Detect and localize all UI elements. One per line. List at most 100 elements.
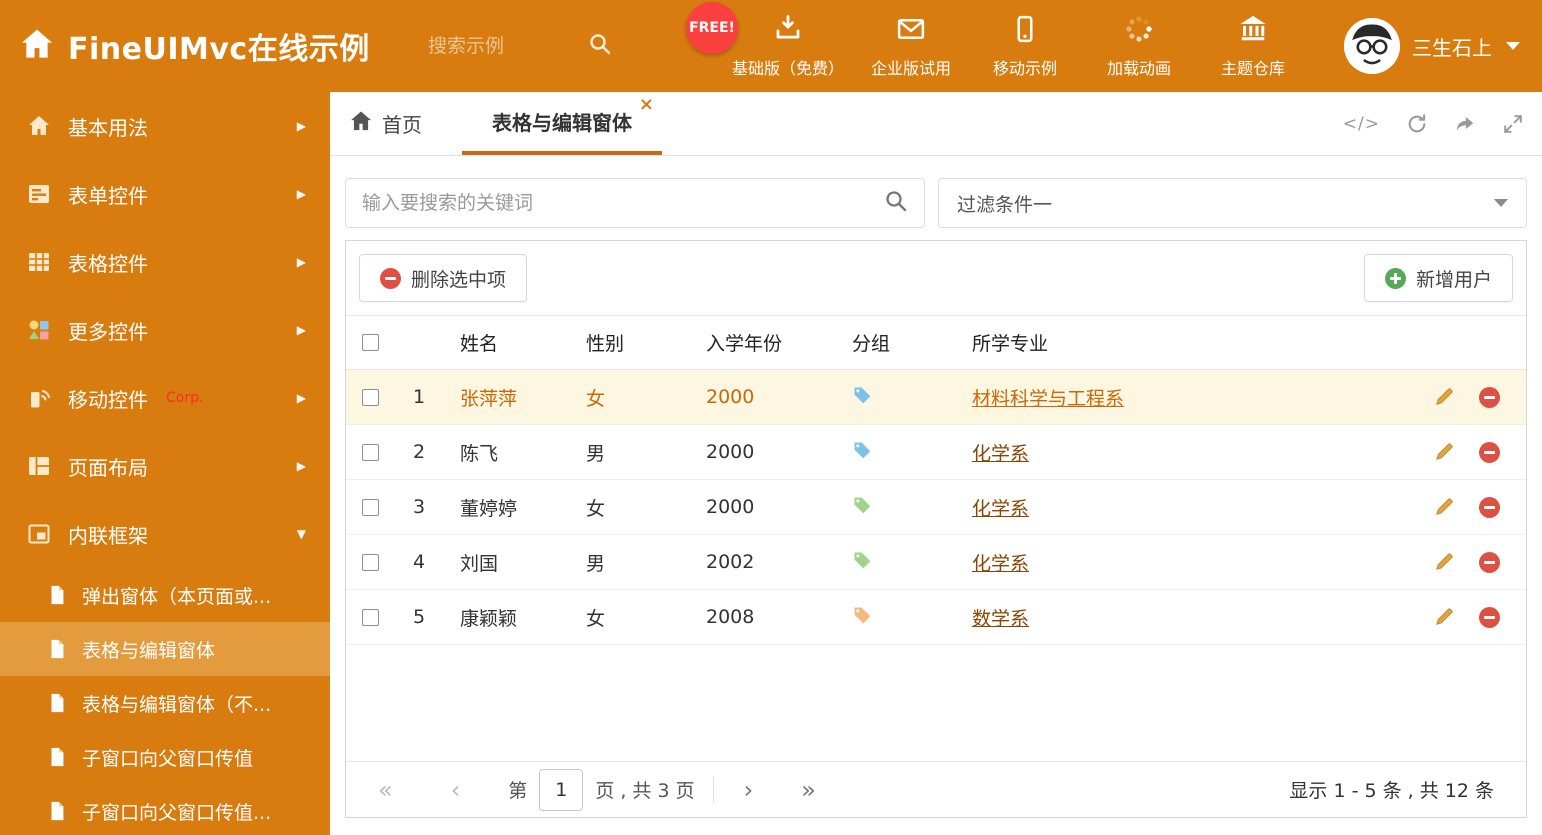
mobile-icon [1010,14,1040,48]
page-number-input[interactable] [539,768,584,811]
sidebar-item-iframe[interactable]: 内联框架 ▼ [0,500,330,568]
delete-icon[interactable] [1479,386,1500,408]
row-checkbox[interactable] [362,553,379,571]
prev-page-button[interactable]: ‹ [451,776,461,804]
search-input[interactable] [362,192,884,214]
add-user-button[interactable]: 新增用户 [1363,254,1513,302]
delete-icon[interactable] [1479,606,1500,628]
app-title: FineUIMvc在线示例 [68,32,370,67]
student-name: 刘国 [460,552,499,575]
sidebar-item-more-controls[interactable]: 更多控件 ▶ [0,296,330,364]
row-checkbox[interactable] [362,498,379,516]
table-row[interactable]: 4 刘国 男 2002 化学系 [346,535,1526,590]
col-header-year[interactable]: 入学年份 [688,329,834,356]
major-link[interactable]: 化学系 [972,553,1029,575]
tag-icon [852,385,872,410]
bank-icon [1238,14,1268,48]
expand-icon[interactable] [1502,113,1524,135]
sidebar-item-page-layout[interactable]: 页面布局 ▶ [0,432,330,500]
nav-item-mobile-demo[interactable]: 移动示例 [968,0,1082,92]
file-icon [46,746,68,768]
header-search[interactable] [428,0,612,92]
first-page-button[interactable]: « [378,776,393,804]
row-checkbox[interactable] [362,388,379,406]
search-icon[interactable] [884,189,908,217]
table-row[interactable]: 3 董婷婷 女 2000 化学系 [346,480,1526,535]
envelope-icon [896,14,926,48]
last-page-button[interactable]: » [801,776,816,804]
share-icon[interactable] [1454,113,1476,135]
chevron-right-icon: ▶ [296,255,306,269]
sidebar-item-basic-usage[interactable]: 基本用法 ▶ [0,92,330,160]
col-header-name[interactable]: 姓名 [442,329,568,356]
col-header-group[interactable]: 分组 [834,329,954,356]
tag-icon [852,550,872,575]
user-menu[interactable]: 三生石上 [1344,0,1520,92]
edit-icon[interactable] [1433,551,1455,573]
search-icon[interactable] [588,32,612,60]
delete-icon[interactable] [1479,496,1500,518]
row-checkbox[interactable] [362,608,379,626]
table-search-box[interactable] [345,178,925,228]
delete-icon[interactable] [1479,551,1500,573]
refresh-icon[interactable] [1406,113,1428,135]
app-brand[interactable]: FineUIMvc在线示例 [20,0,370,92]
sidebar-subitem-popup-window[interactable]: 弹出窗体（本页面或... [0,568,330,622]
col-header-gender[interactable]: 性别 [568,329,688,356]
filter-dropdown[interactable]: 过滤条件一 [938,178,1527,228]
nav-item-basic-free[interactable]: FREE! 基础版（免费） [686,0,854,92]
chevron-right-icon: ▶ [296,459,306,473]
header-search-input[interactable] [428,35,578,57]
next-page-button[interactable]: › [744,776,754,804]
edit-icon[interactable] [1433,386,1455,408]
major-link[interactable]: 化学系 [972,498,1029,520]
header-nav: FREE! 基础版（免费） 企业版试用 移动示例 加载动画 主题仓库 [686,0,1310,92]
avatar [1344,18,1400,74]
edit-icon[interactable] [1433,606,1455,628]
tab-home[interactable]: 首页 [330,92,442,155]
caret-down-icon [1506,42,1520,50]
sidebar-item-grid-controls[interactable]: 表格控件 ▶ [0,228,330,296]
sidebar-item-mobile-controls[interactable]: 移动控件 Corp. ▶ [0,364,330,432]
table-row[interactable]: 2 陈飞 男 2000 化学系 [346,425,1526,480]
filter-row: 过滤条件一 [345,178,1527,228]
major-link[interactable]: 化学系 [972,443,1029,465]
spinner-icon [1124,14,1154,48]
edit-icon[interactable] [1433,441,1455,463]
nav-item-loading-animation[interactable]: 加载动画 [1082,0,1196,92]
free-badge: FREE! [686,2,738,54]
edit-icon[interactable] [1433,496,1455,518]
chevron-right-icon: ▶ [296,391,306,405]
nav-item-theme-repo[interactable]: 主题仓库 [1196,0,1310,92]
form-icon [26,181,52,207]
caret-down-icon [1494,199,1508,207]
divider [712,776,714,803]
select-all-checkbox[interactable] [362,334,379,351]
student-name: 康颖颖 [460,607,518,630]
major-link[interactable]: 数学系 [972,608,1029,630]
sidebar-subitem-grid-edit-window-alt[interactable]: 表格与编辑窗体（不... [0,676,330,730]
source-code-icon[interactable]: </> [1343,114,1380,134]
col-header-major[interactable]: 所学专业 [954,329,1408,356]
tab-grid-edit-window[interactable]: 表格与编辑窗体 × [462,92,662,155]
delete-icon[interactable] [1479,441,1500,463]
nav-item-enterprise-trial[interactable]: 企业版试用 [854,0,968,92]
student-name: 陈飞 [460,442,499,465]
major-link[interactable]: 材料科学与工程系 [972,388,1124,410]
sidebar-item-form-controls[interactable]: 表单控件 ▶ [0,160,330,228]
plus-circle-icon [1384,267,1406,289]
row-checkbox[interactable] [362,443,379,461]
sidebar-subitem-child-to-parent-alt[interactable]: 子窗口向父窗口传值... [0,784,330,835]
layout-icon [26,453,52,479]
table-header-row: 姓名 性别 入学年份 分组 所学专业 [346,315,1526,370]
file-icon [46,584,68,606]
tag-icon [852,605,872,630]
table-row[interactable]: 1 张萍萍 女 2000 材料科学与工程系 [346,370,1526,425]
tag-icon [852,495,872,520]
delete-selected-button[interactable]: 删除选中项 [359,254,528,302]
sidebar-subitem-child-to-parent[interactable]: 子窗口向父窗口传值 [0,730,330,784]
sidebar-subitem-grid-edit-window[interactable]: 表格与编辑窗体 [0,622,330,676]
file-icon [46,800,68,822]
tab-close-icon[interactable]: × [639,96,654,114]
table-row[interactable]: 5 康颖颖 女 2008 数学系 [346,590,1526,645]
